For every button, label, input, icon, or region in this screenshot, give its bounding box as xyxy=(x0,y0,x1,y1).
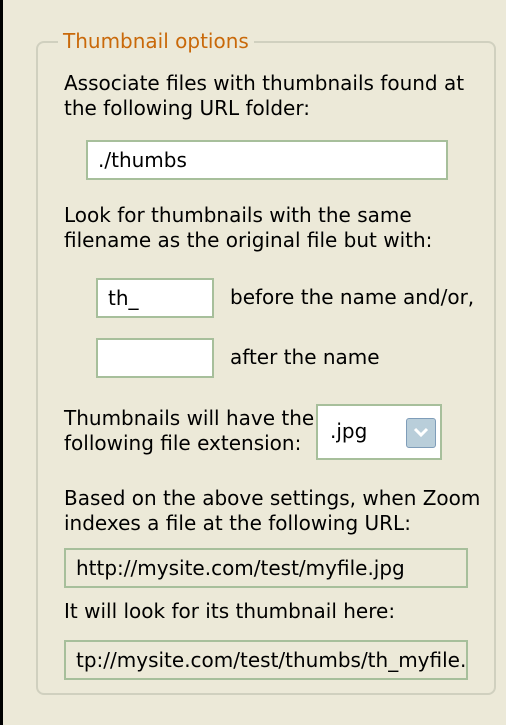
associate-text-line2: the following URL folder: xyxy=(64,96,310,120)
associate-text-line1: Associate files with thumbnails found at xyxy=(64,71,465,95)
extension-select[interactable]: .jpg xyxy=(316,404,442,460)
prefix-input[interactable]: th_ xyxy=(96,278,214,318)
example-text-line2: indexes a file at the following URL: xyxy=(64,511,411,535)
lookfor-text-line1: Look for thumbnails with the same xyxy=(64,203,412,227)
chevron-down-icon xyxy=(413,427,429,438)
extension-dropdown-button[interactable] xyxy=(406,418,436,448)
suffix-label: after the name xyxy=(230,345,380,369)
extension-selected-value: .jpg xyxy=(330,419,368,443)
lookfor-text-line2: filename as the original file but with: xyxy=(64,228,433,252)
example-text-line1: Based on the above settings, when Zoom xyxy=(64,486,481,510)
left-border xyxy=(0,0,3,725)
extension-text-line1: Thumbnails will have the xyxy=(64,406,315,430)
prefix-label: before the name and/or, xyxy=(230,285,475,309)
result-label: It will look for its thumbnail here: xyxy=(64,599,396,623)
thumbnail-url-field[interactable]: tp://mysite.com/test/thumbs/th_myfile.jp… xyxy=(64,640,468,680)
thumbnail-folder-input[interactable]: ./thumbs xyxy=(86,140,448,180)
group-title: Thumbnail options xyxy=(58,28,254,54)
extension-text-line2: following file extension: xyxy=(64,431,302,455)
suffix-input[interactable] xyxy=(96,338,214,378)
example-url-field[interactable]: http://mysite.com/test/myfile.jpg xyxy=(64,548,468,588)
